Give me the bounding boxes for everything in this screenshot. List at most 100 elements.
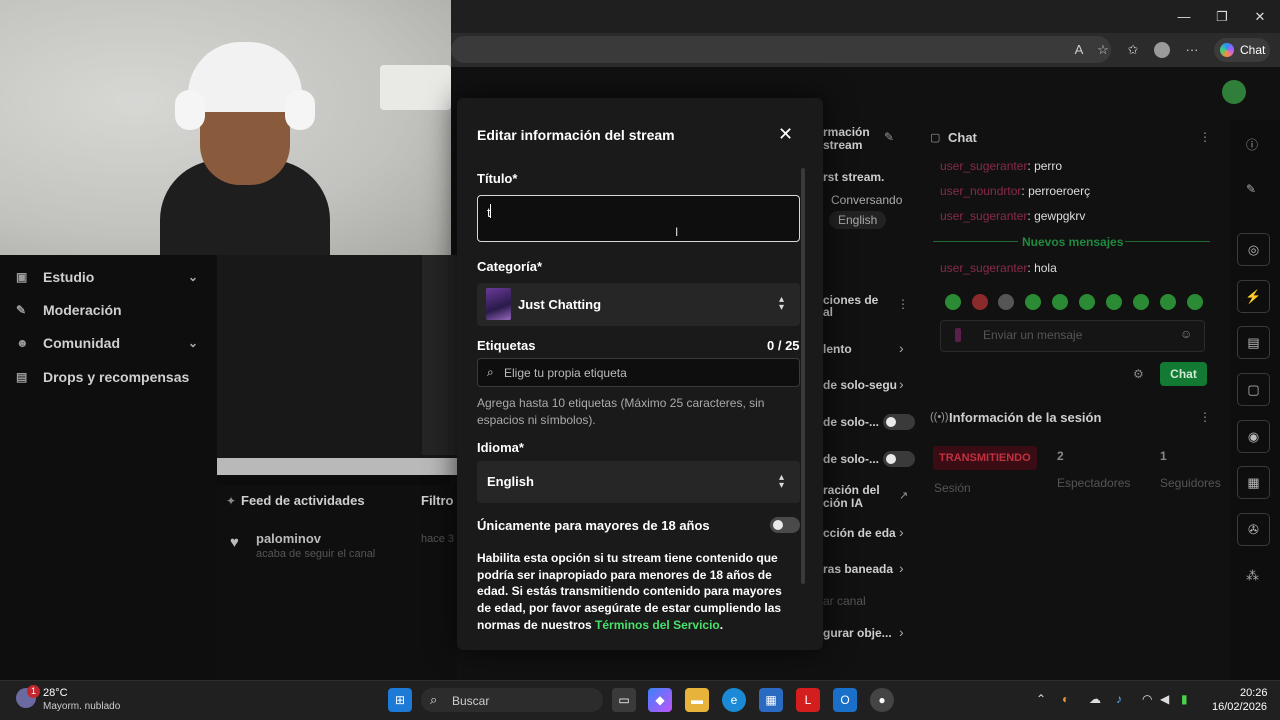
chat-title: Chat	[948, 130, 977, 145]
app-l-icon[interactable]: L	[796, 688, 820, 712]
nav-item-estudio[interactable]: ▣ Estudio ⌄	[16, 266, 206, 288]
action-item[interactable]: cción de eda	[823, 526, 896, 540]
action-item[interactable]: lento	[823, 342, 852, 356]
tray-app-icon[interactable]: ◐	[1062, 692, 1069, 706]
microphone-icon[interactable]: ♪	[1116, 692, 1122, 706]
read-aloud-icon[interactable]: A	[1067, 40, 1091, 60]
status-badge: TRANSMITIENDO	[933, 446, 1037, 470]
copilot-icon[interactable]: ◆	[648, 688, 672, 712]
chat-panel	[923, 120, 1228, 680]
emote-icon[interactable]	[998, 294, 1014, 310]
minimize-button[interactable]: —	[1164, 6, 1204, 28]
tray-chevron-icon[interactable]: ⌃	[1036, 692, 1046, 706]
viewers-value: 2	[1057, 449, 1064, 463]
actions-title-2: al	[823, 305, 834, 319]
action-item[interactable]: ración del	[823, 483, 880, 497]
feed-filter[interactable]: Filtro	[421, 493, 454, 508]
close-icon[interactable]: ✕	[778, 124, 793, 145]
outlook-icon[interactable]: O	[833, 688, 857, 712]
action-item[interactable]: de solo-...	[823, 415, 879, 429]
info-icon[interactable]: ⓘ	[1246, 136, 1258, 153]
notes-icon[interactable]: ▤	[1237, 326, 1270, 359]
followers-label: Seguidores	[1160, 476, 1221, 490]
address-bar[interactable]	[451, 36, 1111, 63]
nav-item-moderacion[interactable]: ✎ Moderación	[16, 299, 206, 321]
divider	[933, 241, 1018, 242]
weather-desc: Mayorm. nublado	[43, 701, 121, 712]
emote-icon[interactable]	[1160, 294, 1176, 310]
broadcast-icon[interactable]: ◉	[1237, 420, 1270, 453]
obs-icon[interactable]: ●	[870, 688, 894, 712]
more-vertical-icon[interactable]: ⋮	[1199, 130, 1211, 144]
emote-icon[interactable]	[1079, 294, 1095, 310]
battery-icon[interactable]: ▮	[1181, 692, 1188, 706]
action-item[interactable]: de solo-segu	[823, 378, 897, 392]
gear-icon[interactable]: ⚙	[1133, 367, 1144, 381]
action-item[interactable]: ción IA	[823, 496, 863, 510]
edge-icon[interactable]: e	[722, 688, 746, 712]
tags-placeholder: Elige tu propia etiqueta	[504, 366, 627, 380]
emote-icon[interactable]	[1133, 294, 1149, 310]
user-avatar[interactable]	[1222, 80, 1246, 104]
nav-item-drops[interactable]: ▤ Drops y recompensas	[16, 366, 206, 388]
toggle-switch[interactable]	[883, 451, 915, 467]
nav-item-comunidad[interactable]: ☻ Comunidad ⌄	[16, 332, 206, 354]
feed-item-user[interactable]: palominov	[256, 531, 321, 546]
favorite-star-icon[interactable]: ☆	[1091, 40, 1115, 60]
task-view-icon[interactable]: ▭	[612, 688, 636, 712]
emote-icon[interactable]	[1025, 294, 1041, 310]
text-cursor	[490, 204, 491, 218]
file-explorer-icon[interactable]: ▬	[685, 688, 709, 712]
chevron-right-icon: ›	[899, 376, 904, 392]
taskbar-search[interactable]	[421, 688, 603, 712]
mature-toggle[interactable]	[770, 517, 800, 533]
chat-icon[interactable]: ▢	[1237, 373, 1270, 406]
more-icon[interactable]: ···	[1180, 40, 1204, 60]
action-item[interactable]: ras baneada	[823, 562, 893, 576]
stream-language-tag: English	[829, 211, 887, 229]
clock-time[interactable]: 20:26	[1240, 687, 1268, 699]
lightning-icon[interactable]: ⚡	[1237, 280, 1270, 313]
wrench-icon[interactable]: ✇	[1237, 513, 1270, 546]
layout-icon[interactable]: ▦	[1237, 466, 1270, 499]
close-window-button[interactable]: ✕	[1240, 6, 1280, 28]
emote-icon[interactable]	[1052, 294, 1068, 310]
action-item[interactable]: gurar obje...	[823, 626, 892, 640]
favorites-icon[interactable]: ✩	[1121, 40, 1145, 60]
more-vertical-icon[interactable]: ⋮	[897, 297, 909, 311]
profile-icon[interactable]	[1150, 40, 1174, 60]
action-item[interactable]: ar canal	[823, 594, 866, 608]
tray-cloud-icon[interactable]: ☁	[1089, 692, 1101, 706]
copilot-chat-button[interactable]: Chat	[1214, 38, 1270, 62]
new-messages-label: Nuevos mensajes	[1022, 235, 1124, 249]
pencil-icon[interactable]: ✎	[1246, 182, 1256, 196]
maximize-button[interactable]: ❐	[1202, 6, 1242, 28]
volume-icon[interactable]: ◀	[1160, 692, 1169, 706]
camera-icon[interactable]: ◎	[1237, 233, 1270, 266]
emoji-icon[interactable]: ☺	[1180, 327, 1192, 341]
chevron-down-icon: ⌄	[187, 270, 198, 284]
extensions-icon[interactable]: ⁂	[1246, 568, 1259, 584]
emote-icon[interactable]	[945, 294, 961, 310]
start-icon[interactable]: ⊞	[388, 688, 412, 712]
wifi-icon[interactable]: ◠	[1142, 692, 1152, 706]
emote-icon[interactable]	[972, 294, 988, 310]
toggle-switch[interactable]	[883, 414, 915, 430]
modal-scrollbar[interactable]	[801, 168, 805, 584]
tags-help-text: Agrega hasta 10 etiquetas (Máximo 25 car…	[477, 396, 765, 427]
emote-icon[interactable]	[1106, 294, 1122, 310]
store-icon[interactable]: ▦	[759, 688, 783, 712]
action-item[interactable]: de solo-...	[823, 452, 879, 466]
feed-title: Feed de actividades	[241, 493, 365, 508]
chat-send-button[interactable]: Chat	[1160, 362, 1207, 386]
emote-icon[interactable]	[1187, 294, 1203, 310]
stream-info-title-2: stream	[823, 138, 863, 152]
clock-date[interactable]: 16/02/2026	[1212, 701, 1267, 713]
edit-pencil-icon[interactable]: ✎	[884, 130, 894, 144]
title-input[interactable]	[477, 195, 800, 242]
terms-link[interactable]: Términos del Servicio	[595, 618, 720, 632]
chevron-right-icon: ›	[899, 340, 904, 356]
more-vertical-icon[interactable]: ⋮	[1199, 410, 1211, 424]
chevron-right-icon: ›	[899, 524, 904, 540]
category-value: Just Chatting	[518, 297, 602, 312]
